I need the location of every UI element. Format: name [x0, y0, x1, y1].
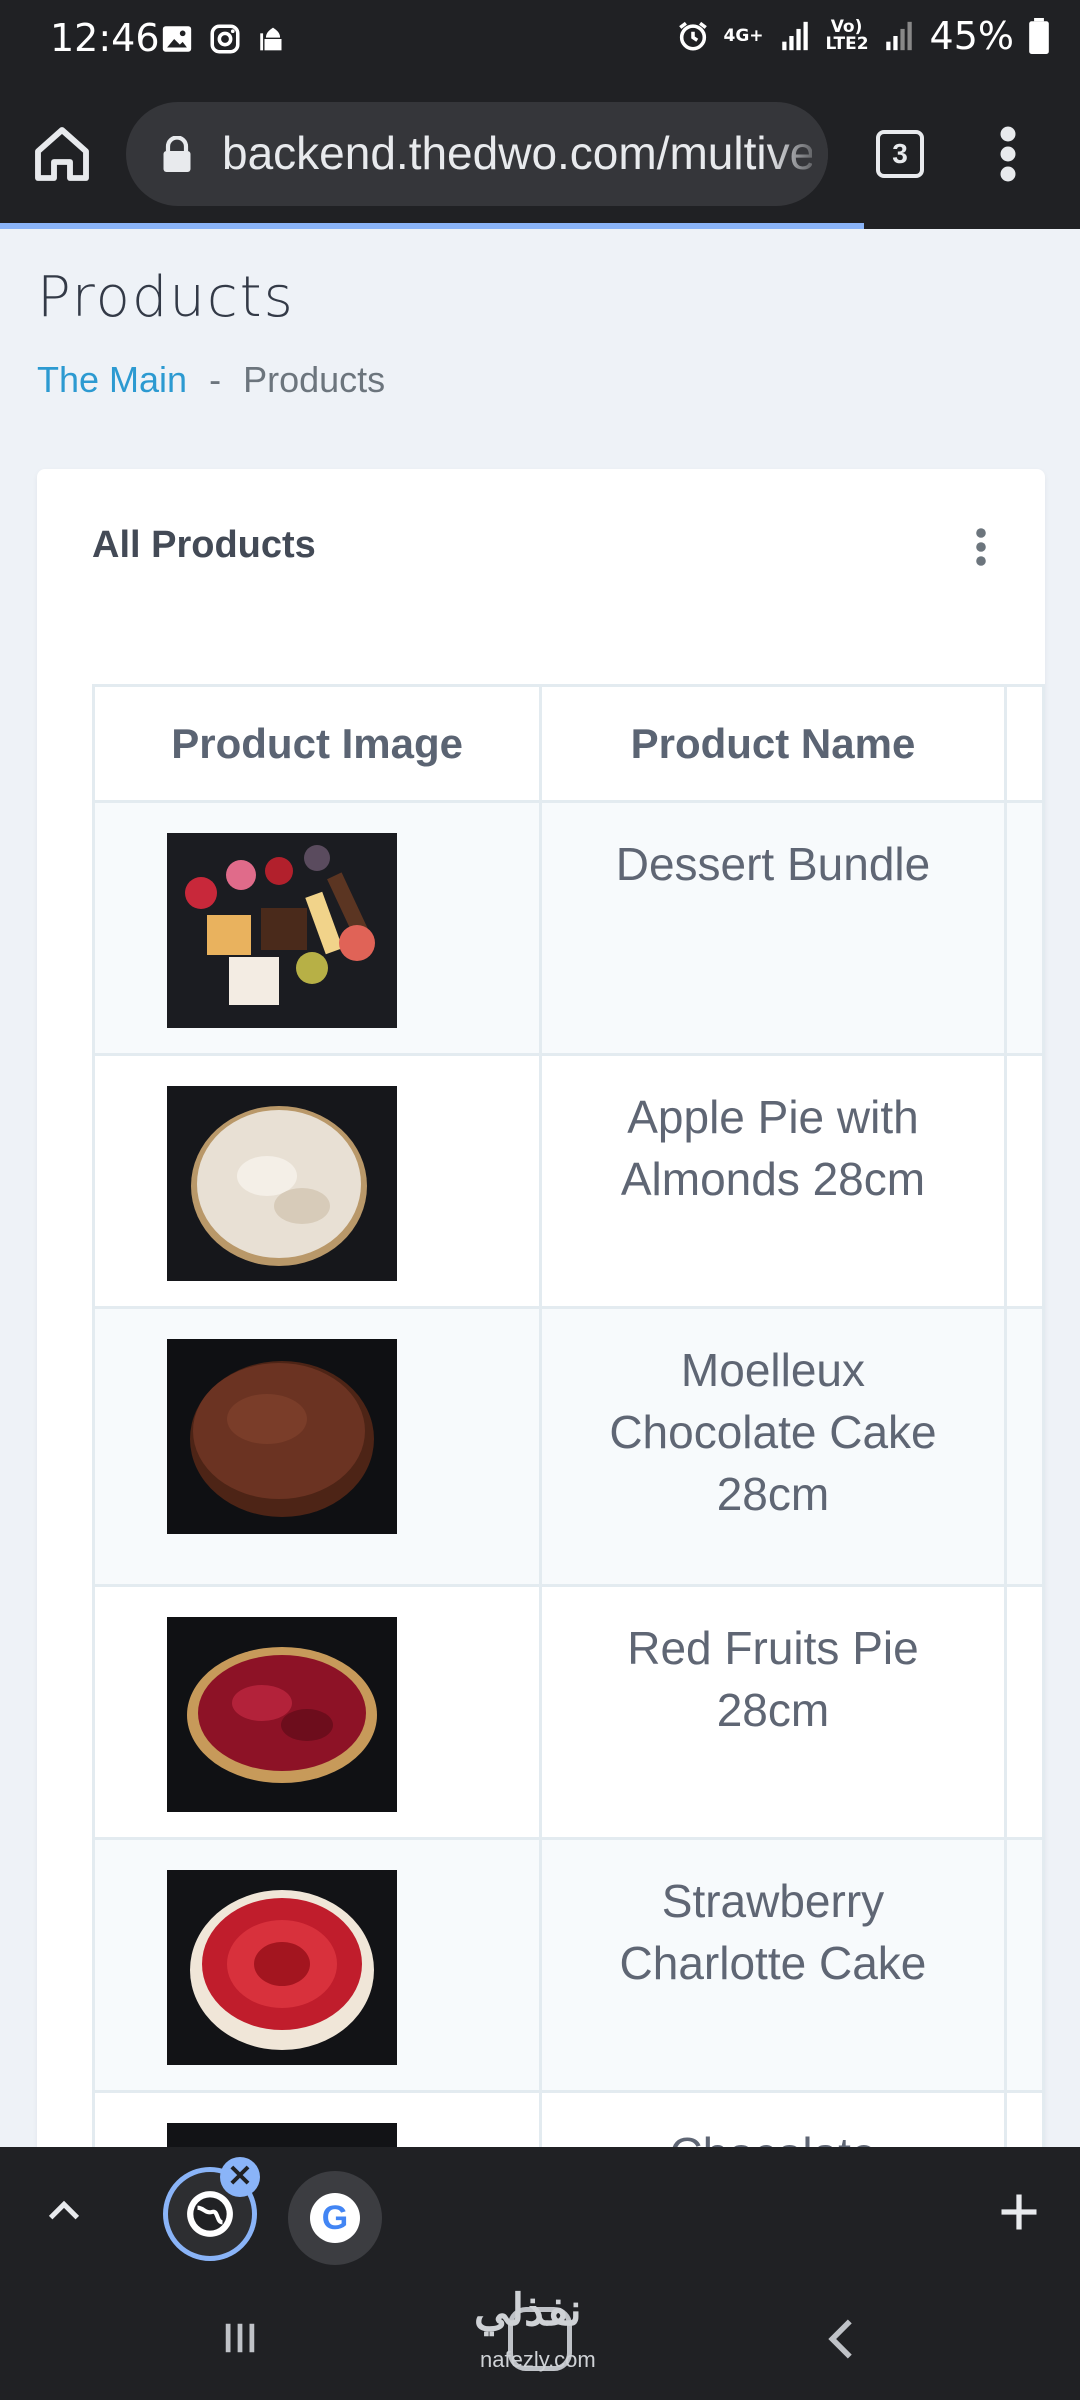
product-image-cell — [91, 1584, 543, 1840]
card-options-icon[interactable] — [975, 527, 987, 567]
status-bar: 12:46 4G+ Vo) LTE2 45% — [0, 0, 1080, 82]
browser-toolbar: backend.thedwo.com/multive 3 — [0, 82, 1080, 225]
new-tab-icon[interactable] — [998, 2191, 1040, 2233]
table-header-row: Product Image Product Name — [91, 684, 1045, 803]
table-row: Moelleux Chocolate Cake 28cm — [91, 1306, 1045, 1587]
column-header-more — [1003, 684, 1045, 803]
table-row: Red Fruits Pie 28cm — [91, 1584, 1045, 1840]
signal-icon — [781, 21, 808, 51]
product-thumbnail-strawberry-charlotte[interactable] — [167, 1870, 397, 2065]
table-row: Strawberry Charlotte Cake — [91, 1837, 1045, 2093]
product-image-cell — [91, 1306, 543, 1587]
product-image-cell — [91, 1837, 543, 2093]
page-title: Products — [37, 265, 295, 330]
extra-cell — [1003, 1584, 1045, 1840]
card-title: All Products — [92, 524, 316, 566]
watermark-domain: nafezly.com — [480, 2347, 596, 2372]
globe-icon — [187, 2191, 233, 2237]
alarm-icon — [678, 21, 707, 51]
product-name-cell: Chocolate — [539, 2090, 1007, 2147]
signal-2-icon — [885, 21, 912, 51]
google-icon: G — [310, 2193, 360, 2243]
table-row: Chocolate — [91, 2090, 1045, 2147]
product-thumbnail-red-fruits-pie[interactable] — [167, 1617, 397, 1812]
close-tab-button[interactable]: ✕ — [220, 2157, 260, 2197]
product-name-cell: Moelleux Chocolate Cake 28cm — [539, 1306, 1007, 1587]
battery-level: 45% — [929, 14, 1014, 58]
url-text: backend.thedwo.com/multive — [222, 127, 812, 179]
breadcrumb-current: Products — [243, 359, 386, 400]
column-header-product-name[interactable]: Product Name — [539, 684, 1007, 803]
web-page: Products The Main - Products All Product… — [0, 229, 1080, 2147]
product-thumbnail-chocolate[interactable] — [167, 2123, 397, 2147]
extra-cell — [1003, 1837, 1045, 2093]
notification-icons — [160, 22, 290, 56]
table-row: Apple Pie with Almonds 28cm — [91, 1053, 1045, 1309]
extra-cell — [1003, 1053, 1045, 1309]
products-table: Product Image Product Name Dessert Bundl… — [91, 684, 1045, 2147]
google-tab-chip[interactable]: G — [288, 2171, 382, 2265]
products-card: All Products Product Image Product Name — [37, 469, 1045, 2147]
more-menu-icon[interactable] — [988, 124, 1028, 184]
product-thumbnail-dessert-bundle[interactable] — [167, 833, 397, 1028]
table-row: Dessert Bundle — [91, 800, 1045, 1056]
extra-cell — [1003, 2090, 1045, 2147]
breadcrumb-home-link[interactable]: The Main — [37, 359, 187, 401]
product-image-cell — [91, 800, 543, 1056]
product-name-cell: Dessert Bundle — [539, 800, 1007, 1056]
battery-icon — [1029, 18, 1049, 54]
tab-switcher-button[interactable]: 3 — [876, 130, 924, 178]
lock-icon — [163, 136, 191, 172]
system-navigation-bar: نفذلي nafezly.com — [0, 2277, 1080, 2400]
product-image-cell — [91, 2090, 543, 2147]
chevron-up-icon[interactable] — [44, 2191, 84, 2231]
mosque-icon — [260, 27, 282, 51]
product-name-cell: Red Fruits Pie 28cm — [539, 1584, 1007, 1840]
network-type: 4G+ — [723, 25, 764, 46]
home-icon[interactable] — [30, 122, 94, 186]
network-type-2: Vo) LTE2 — [825, 17, 869, 54]
gallery-icon — [162, 26, 192, 52]
back-icon[interactable] — [826, 2317, 856, 2361]
breadcrumb-separator: - — [209, 359, 222, 400]
instagram-icon — [210, 24, 240, 54]
column-header-product-image[interactable]: Product Image — [91, 684, 543, 803]
extra-cell — [1003, 1306, 1045, 1587]
product-image-cell — [91, 1053, 543, 1309]
product-name-cell: Apple Pie with Almonds 28cm — [539, 1053, 1007, 1309]
breadcrumb: The Main - Products — [37, 359, 385, 401]
recents-icon[interactable] — [220, 2319, 260, 2357]
tab-strip: ✕ G — [0, 2147, 1080, 2277]
product-name-cell: Strawberry Charlotte Cake — [539, 1837, 1007, 2093]
url-fade — [768, 102, 828, 206]
address-bar[interactable]: backend.thedwo.com/multive — [126, 102, 828, 206]
system-status: 4G+ Vo) LTE2 45% — [676, 14, 1051, 58]
watermark-logo: نفذلي — [474, 2286, 582, 2335]
product-thumbnail-apple-pie[interactable] — [167, 1086, 397, 1281]
extra-cell — [1003, 800, 1045, 1056]
status-time: 12:46 — [50, 16, 160, 60]
product-thumbnail-chocolate-cake[interactable] — [167, 1339, 397, 1534]
